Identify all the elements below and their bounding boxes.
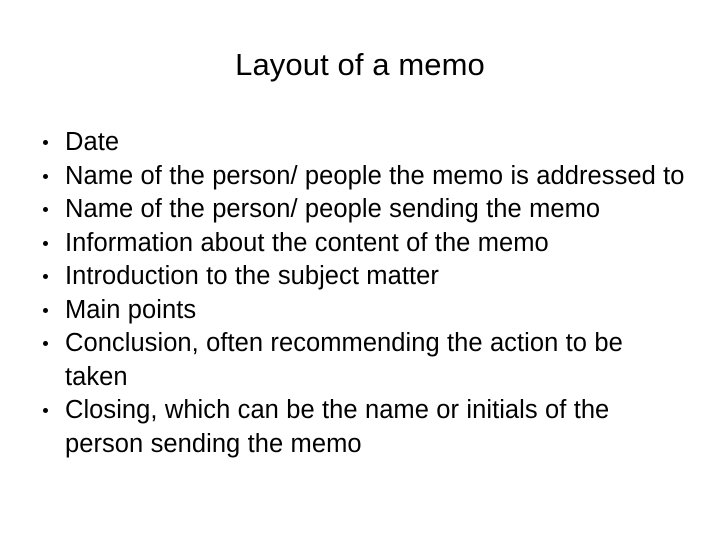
bullet-point-icon	[43, 240, 48, 246]
list-item: Introduction to the subject matter	[28, 260, 692, 294]
list-item: Main points	[28, 294, 692, 328]
presentation-slide: Layout of a memo Date Name of the person…	[0, 0, 720, 540]
list-item-label: Date	[65, 128, 120, 156]
list-item: Name of the person/ people sending the m…	[28, 193, 692, 227]
bullet-point-icon	[43, 307, 48, 313]
list-item: Date	[28, 126, 692, 160]
bullet-point-icon	[43, 140, 48, 145]
bullet-point-icon	[43, 274, 48, 279]
bullet-point-icon	[43, 341, 48, 346]
list-item-label: Conclusion, often recommending the actio…	[65, 329, 623, 391]
bullet-point-icon	[43, 207, 48, 212]
page-title: Layout of a memo	[235, 47, 485, 82]
bullet-point-icon	[43, 173, 48, 179]
list-item: Name of the person/ people the memo is a…	[28, 160, 692, 194]
list-item-label: Main points	[65, 295, 197, 324]
bullet-point-icon	[43, 408, 48, 413]
list-item: Conclusion, often recommending the actio…	[28, 327, 692, 394]
list-item: Information about the content of the mem…	[28, 227, 692, 261]
list-item: Closing, which can be the name or initia…	[28, 394, 692, 461]
memo-layout-bullet-list: Date Name of the person/ people the memo…	[28, 126, 692, 461]
list-item-label: Name of the person/ people sending the m…	[65, 195, 601, 223]
list-item-label: Name of the person/ people the memo is a…	[65, 161, 685, 190]
list-item-label: Information about the content of the mem…	[65, 228, 549, 257]
list-item-label: Closing, which can be the name or initia…	[65, 396, 610, 458]
list-item-label: Introduction to the subject matter	[65, 262, 439, 290]
